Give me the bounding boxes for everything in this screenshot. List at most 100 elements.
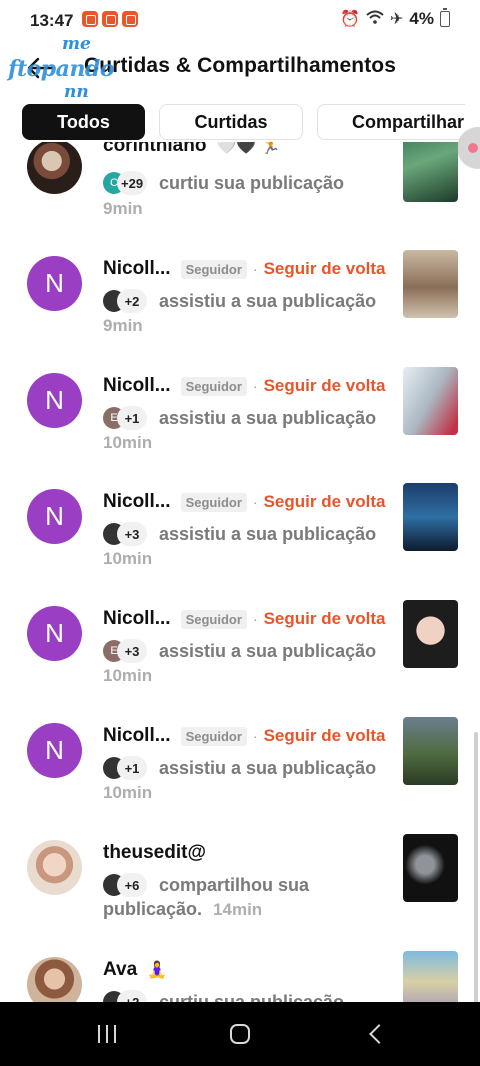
- home-button[interactable]: [200, 1002, 280, 1066]
- header: Curtidas & Compartilhamentos: [0, 40, 480, 96]
- status-notification-icons: [82, 11, 138, 27]
- scrollbar[interactable]: [474, 732, 478, 1002]
- list-item[interactable]: N Nicoll... Seguidor · Seguir de volta E…: [0, 359, 480, 469]
- timestamp: 14min: [213, 900, 263, 919]
- follower-badge: Seguidor: [180, 609, 247, 629]
- mini-avatars: +6: [103, 873, 147, 897]
- post-thumbnail[interactable]: [403, 717, 458, 785]
- avatar[interactable]: N: [27, 373, 82, 428]
- home-icon: [230, 1024, 250, 1044]
- list-item[interactable]: N Nicoll... Seguidor · Seguir de volta +…: [0, 709, 480, 819]
- timestamp: 10min: [103, 433, 153, 452]
- system-back-button[interactable]: [336, 1002, 416, 1066]
- avatar[interactable]: [27, 957, 82, 1002]
- separator-dot: ·: [252, 378, 258, 394]
- mini-avatars: +2: [103, 990, 147, 1002]
- mini-avatars: +3: [103, 522, 147, 546]
- post-thumbnail[interactable]: [403, 951, 458, 1002]
- separator-dot: ·: [252, 261, 258, 277]
- name-emoji: 🧘‍♀️: [147, 962, 168, 979]
- tab-todos[interactable]: Todos: [22, 104, 145, 140]
- separator-dot: ·: [252, 728, 258, 744]
- separator-dot: ·: [252, 611, 258, 627]
- action-text: assistiu a sua publicação: [159, 757, 377, 778]
- post-thumbnail[interactable]: [403, 142, 458, 202]
- arrow-left-icon: [27, 57, 54, 79]
- avatar[interactable]: N: [27, 489, 82, 544]
- follower-badge: Seguidor: [180, 726, 247, 746]
- mini-avatars: E +1: [103, 406, 147, 430]
- avatar[interactable]: [27, 142, 82, 194]
- user-name[interactable]: Nicoll...: [103, 375, 171, 397]
- user-name[interactable]: corinthiano: [103, 142, 206, 157]
- avatar[interactable]: N: [27, 606, 82, 661]
- action-text: curtiu sua publicação: [159, 991, 345, 1003]
- post-thumbnail[interactable]: [403, 483, 458, 551]
- post-thumbnail[interactable]: [403, 250, 458, 318]
- post-thumbnail[interactable]: [403, 367, 458, 435]
- chevron-left-icon: [369, 1024, 389, 1044]
- action-text: assistiu a sua publicação: [159, 407, 377, 428]
- user-name[interactable]: Nicoll...: [103, 258, 171, 280]
- user-name[interactable]: Nicoll...: [103, 725, 171, 747]
- others-count: +3: [117, 522, 147, 546]
- others-count: +2: [117, 289, 147, 313]
- post-thumbnail[interactable]: [403, 600, 458, 668]
- list-item[interactable]: N Nicoll... Seguidor · Seguir de volta E…: [0, 592, 480, 702]
- system-nav-bar: [0, 1002, 480, 1066]
- follower-badge: Seguidor: [180, 259, 247, 279]
- follow-back-button[interactable]: Seguir de volta: [264, 376, 386, 396]
- action-text: assistiu a sua publicação: [159, 523, 377, 544]
- action-text: assistiu a sua publicação: [159, 290, 377, 311]
- tab-curtidas[interactable]: Curtidas: [159, 104, 303, 140]
- follow-back-button[interactable]: Seguir de volta: [264, 259, 386, 279]
- wifi-icon: [366, 10, 384, 29]
- user-name[interactable]: Nicoll...: [103, 608, 171, 630]
- app-notification-icon: [122, 11, 138, 27]
- recents-icon: [98, 1025, 116, 1043]
- action-text: assistiu a sua publicação: [159, 640, 377, 661]
- list-item[interactable]: Ava 🧘‍♀️ +2 curtiu sua publicação: [0, 943, 480, 1002]
- separator-dot: ·: [252, 494, 258, 510]
- list-item[interactable]: theusedit@ +6 compartilhou sua publicaçã…: [0, 826, 480, 936]
- timestamp: 10min: [103, 549, 153, 568]
- follow-back-button[interactable]: Seguir de volta: [264, 609, 386, 629]
- page-title: Curtidas & Compartilhamentos: [84, 54, 397, 77]
- status-time: 13:47: [30, 11, 74, 30]
- avatar[interactable]: [27, 840, 82, 895]
- others-count: +2: [117, 990, 147, 1002]
- user-name[interactable]: Ava: [103, 959, 137, 981]
- mini-avatars: +2: [103, 289, 147, 313]
- action-text-cont: publicação.: [103, 899, 203, 919]
- status-bar: 13:47 ⏰ ✈ 4%: [0, 0, 480, 40]
- follower-badge: Seguidor: [180, 376, 247, 396]
- mini-avatars: E +3: [103, 639, 147, 663]
- name-emoji: 🤍🖤 🏃: [216, 142, 281, 155]
- user-name[interactable]: Nicoll...: [103, 491, 171, 513]
- follower-badge: Seguidor: [180, 492, 247, 512]
- others-count: +1: [117, 756, 147, 780]
- others-count: +1: [117, 406, 147, 430]
- follow-back-button[interactable]: Seguir de volta: [264, 726, 386, 746]
- airplane-icon: ✈: [390, 11, 404, 28]
- list-item[interactable]: N Nicoll... Seguidor · Seguir de volta +…: [0, 242, 480, 352]
- user-name[interactable]: theusedit@: [103, 842, 206, 864]
- list-item[interactable]: corinthiano 🤍🖤 🏃 C +29 curtiu sua public…: [0, 142, 480, 235]
- follow-back-button[interactable]: Seguir de volta: [264, 492, 386, 512]
- mini-avatars: C +29: [103, 171, 148, 195]
- battery-icon: [440, 8, 450, 27]
- avatar[interactable]: N: [27, 723, 82, 778]
- app-notification-icon: [102, 11, 118, 27]
- post-thumbnail[interactable]: [403, 834, 458, 902]
- timestamp: 9min: [103, 199, 143, 218]
- battery-percent: 4%: [409, 9, 434, 28]
- others-count: +3: [117, 639, 147, 663]
- recents-button[interactable]: [67, 1002, 147, 1066]
- avatar[interactable]: N: [27, 256, 82, 311]
- action-text: compartilhou sua: [159, 874, 310, 895]
- back-button[interactable]: [20, 50, 60, 86]
- list-item[interactable]: N Nicoll... Seguidor · Seguir de volta +…: [0, 475, 480, 585]
- others-count: +6: [117, 873, 147, 897]
- tab-compartilhar[interactable]: Compartilhar: [317, 104, 465, 140]
- mini-avatars: +1: [103, 756, 147, 780]
